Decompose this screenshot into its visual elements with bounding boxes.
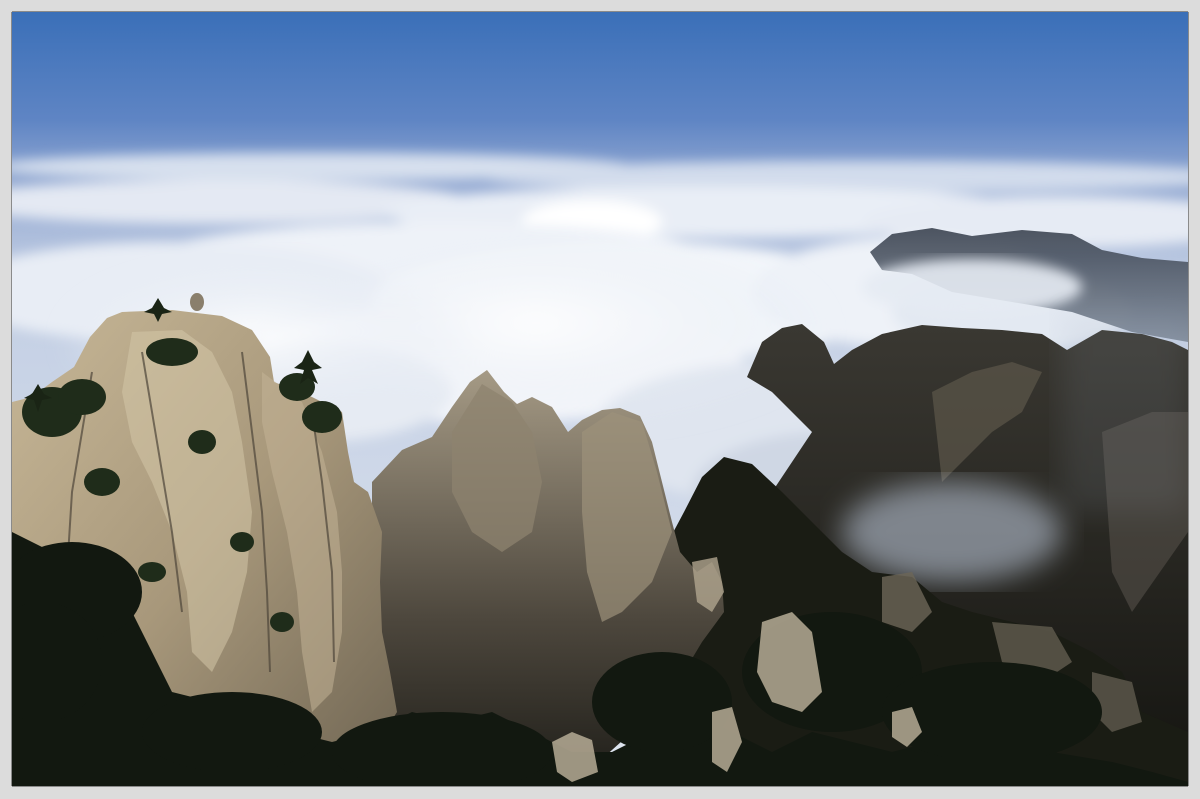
frame-border-right [1188,12,1189,786]
frame-border-top [12,11,1188,12]
landscape-photo [12,12,1188,786]
frame-border-left [11,12,12,786]
photo-frame [0,0,1200,799]
rock-formation [190,293,204,311]
frame-border-bottom [12,786,1188,787]
